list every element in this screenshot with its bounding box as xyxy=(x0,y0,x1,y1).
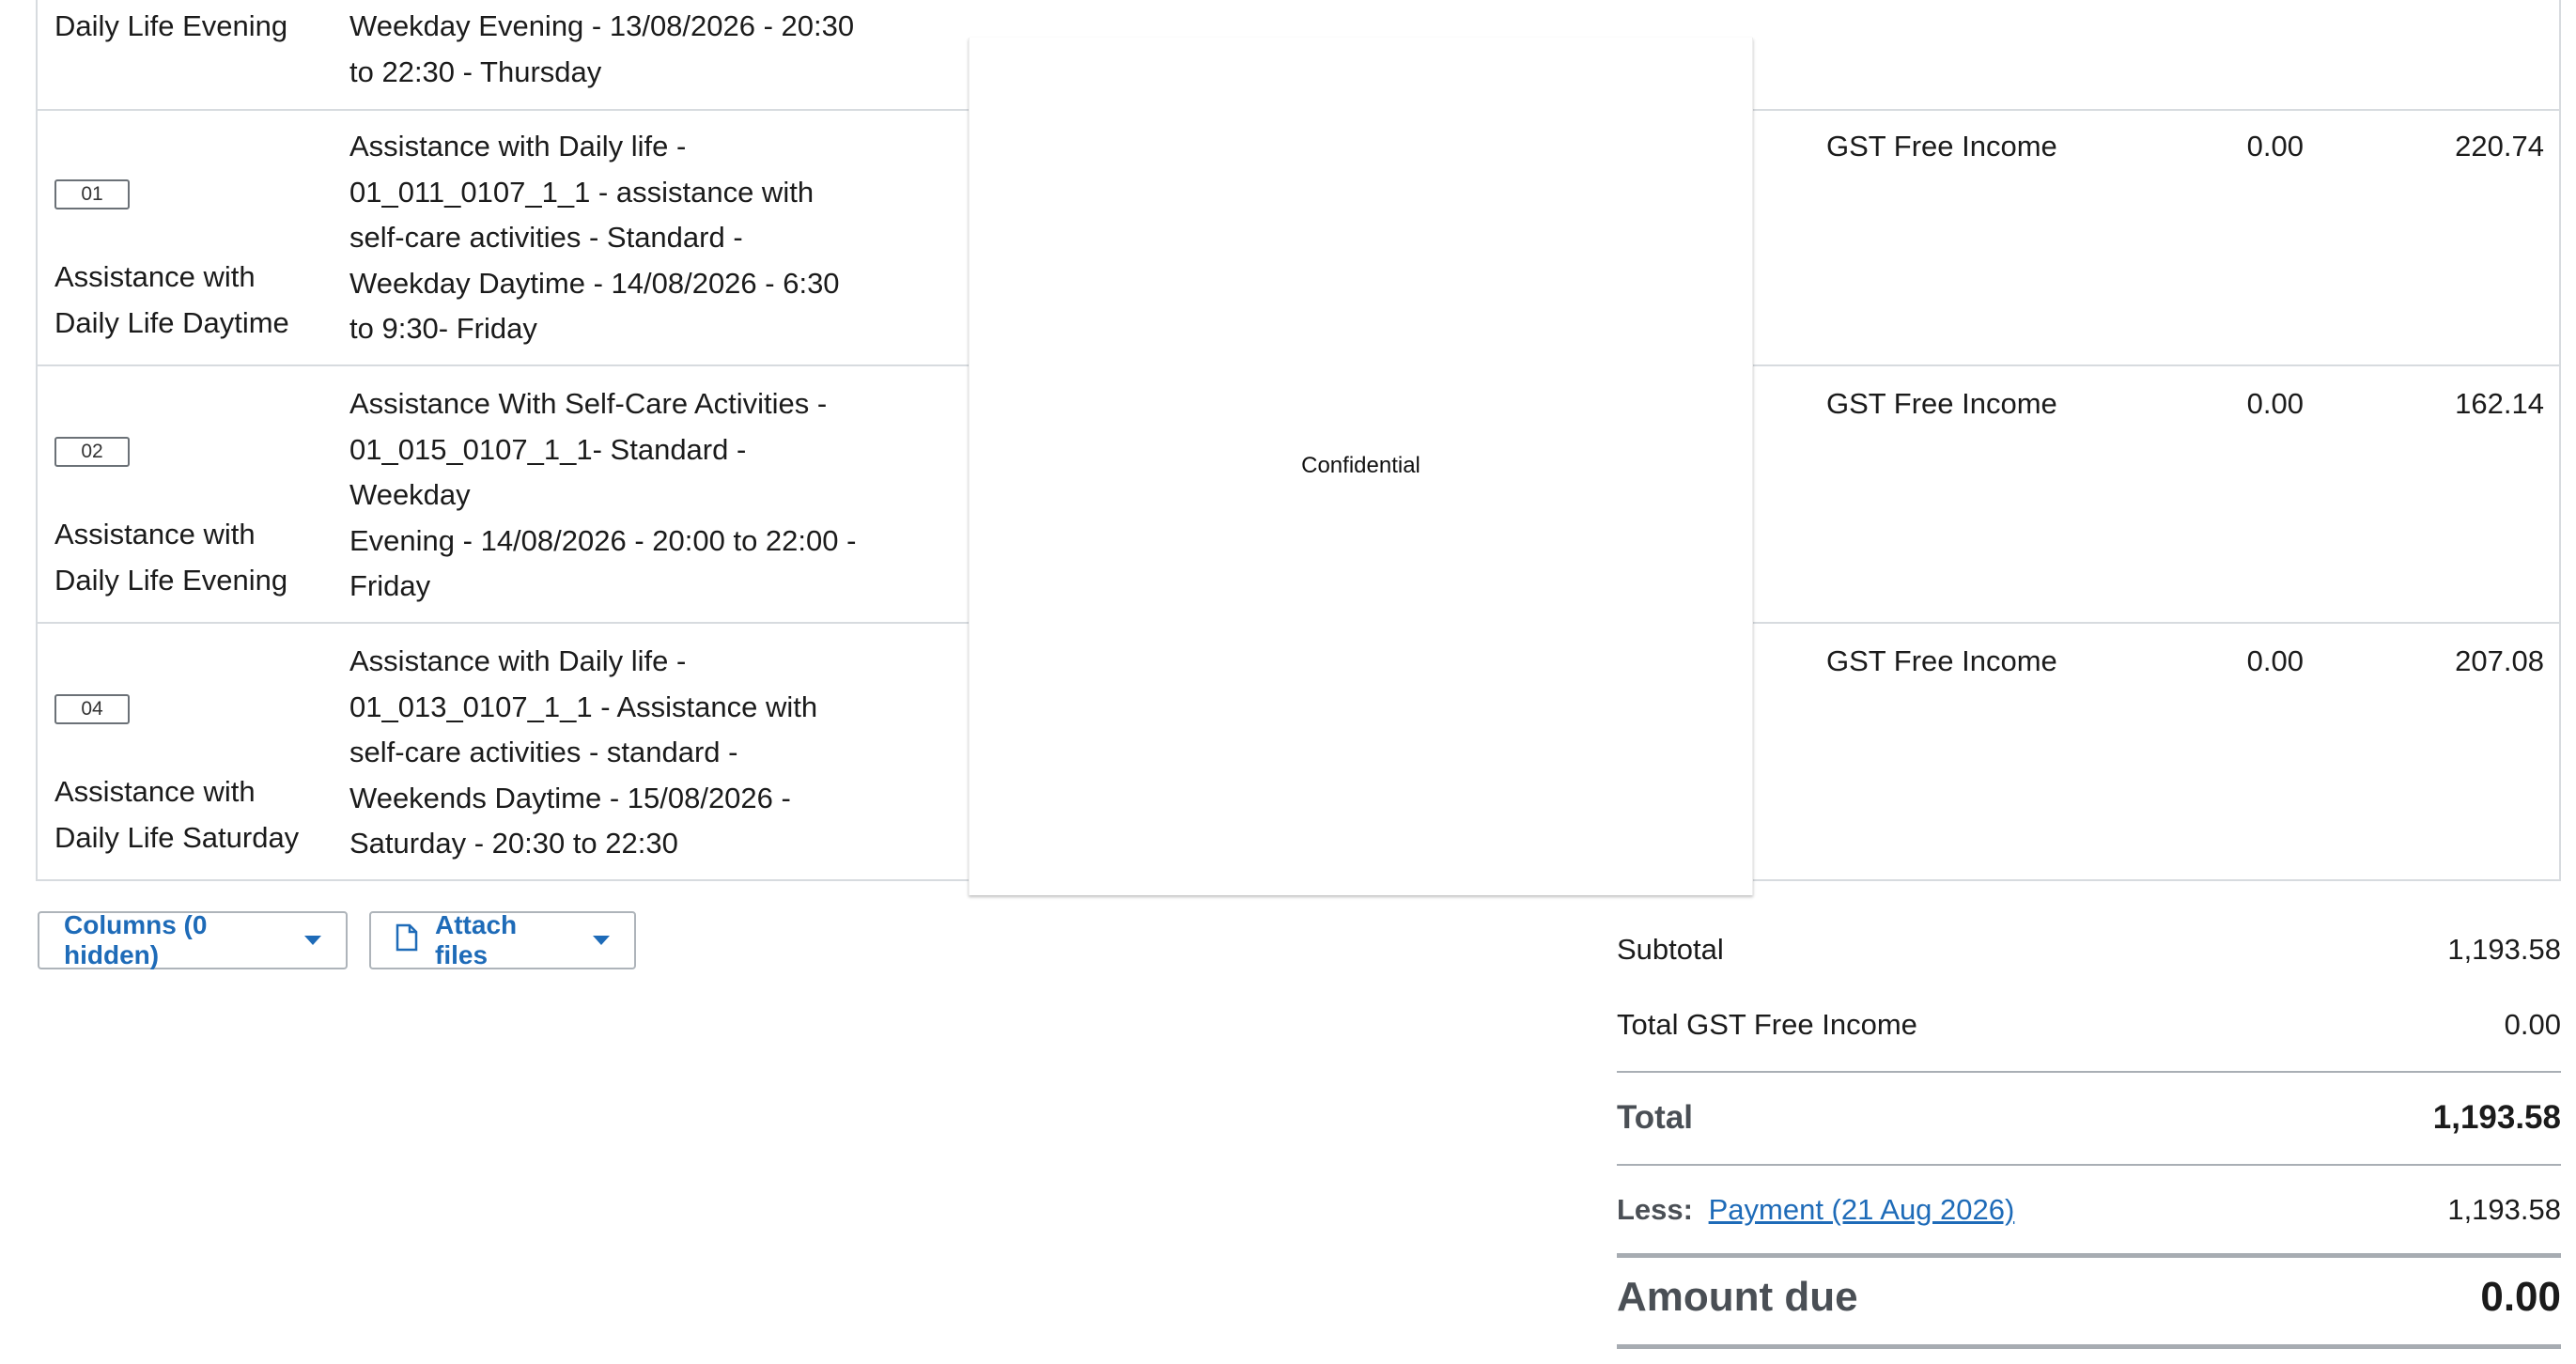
caret-down-icon xyxy=(593,936,610,945)
item-cell: 04 Assistance with Daily Life Saturday xyxy=(54,635,299,907)
total-value: 1,193.58 xyxy=(2432,1099,2561,1136)
payment-value: 1,193.58 xyxy=(2447,1193,2561,1226)
item-tax: 0.00 xyxy=(2246,387,2304,420)
item-description: Assistance With Self-Care Activities - 0… xyxy=(349,387,857,602)
attach-files-label: Attach files xyxy=(435,910,518,969)
item-cell: 02 Assistance with Daily Life Evening xyxy=(54,378,287,649)
confidential-label: Confidential xyxy=(1301,453,1420,478)
item-code-badge: 01 xyxy=(54,178,130,209)
item-cell: 01 Assistance with Daily Life Daytime xyxy=(54,120,289,392)
item-description: Weekday Evening - 13/08/2026 - 20:30 to … xyxy=(349,9,855,88)
confidential-overlay: Confidential xyxy=(969,38,1753,895)
item-account: GST Free Income xyxy=(1826,644,2057,677)
item-description: Assistance with Daily life - 01_013_0107… xyxy=(349,644,818,860)
columns-button-label: Columns (0 hidden) xyxy=(64,910,208,969)
subtotal-label: Subtotal xyxy=(1617,933,1724,966)
item-account: GST Free Income xyxy=(1826,130,2057,163)
item-name: Assistance with Daily Life Evening xyxy=(54,518,288,597)
total-label: Total xyxy=(1617,1099,1694,1136)
amount-due-label: Amount due xyxy=(1617,1274,1858,1320)
file-icon xyxy=(396,923,418,958)
item-name: Daily Life Evening xyxy=(54,9,288,42)
item-description: Assistance with Daily life - 01_011_0107… xyxy=(349,130,840,345)
item-name: Assistance with Daily Life Daytime xyxy=(54,260,289,339)
subtotal-value: 1,193.58 xyxy=(2447,933,2561,966)
item-account: GST Free Income xyxy=(1826,387,2057,420)
caret-down-icon xyxy=(304,936,321,945)
amount-due-value: 0.00 xyxy=(2480,1274,2561,1320)
item-amount: 162.14 xyxy=(2455,387,2544,420)
divider xyxy=(1617,1164,2561,1166)
item-name: Assistance with Daily Life Saturday xyxy=(54,775,300,854)
attach-files-button[interactable]: Attach files xyxy=(369,910,636,969)
columns-button[interactable]: Columns (0 hidden) xyxy=(38,910,348,969)
tax-value: 0.00 xyxy=(2504,1008,2561,1041)
item-amount: 220.74 xyxy=(2455,130,2544,163)
item-amount: 207.08 xyxy=(2455,644,2544,677)
tax-label: Total GST Free Income xyxy=(1617,1008,1917,1041)
divider xyxy=(1617,1071,2561,1073)
item-code-badge: 04 xyxy=(54,693,130,724)
less-label: Less: xyxy=(1617,1193,1693,1226)
item-tax: 0.00 xyxy=(2246,130,2304,163)
divider xyxy=(1617,1344,2561,1349)
item-tax: 0.00 xyxy=(2246,644,2304,677)
divider xyxy=(1617,1253,2561,1258)
payment-label-group: Less: Payment (21 Aug 2026) xyxy=(1617,1193,2014,1227)
payment-link[interactable]: Payment (21 Aug 2026) xyxy=(1709,1193,2015,1226)
item-code-badge: 02 xyxy=(54,436,130,467)
